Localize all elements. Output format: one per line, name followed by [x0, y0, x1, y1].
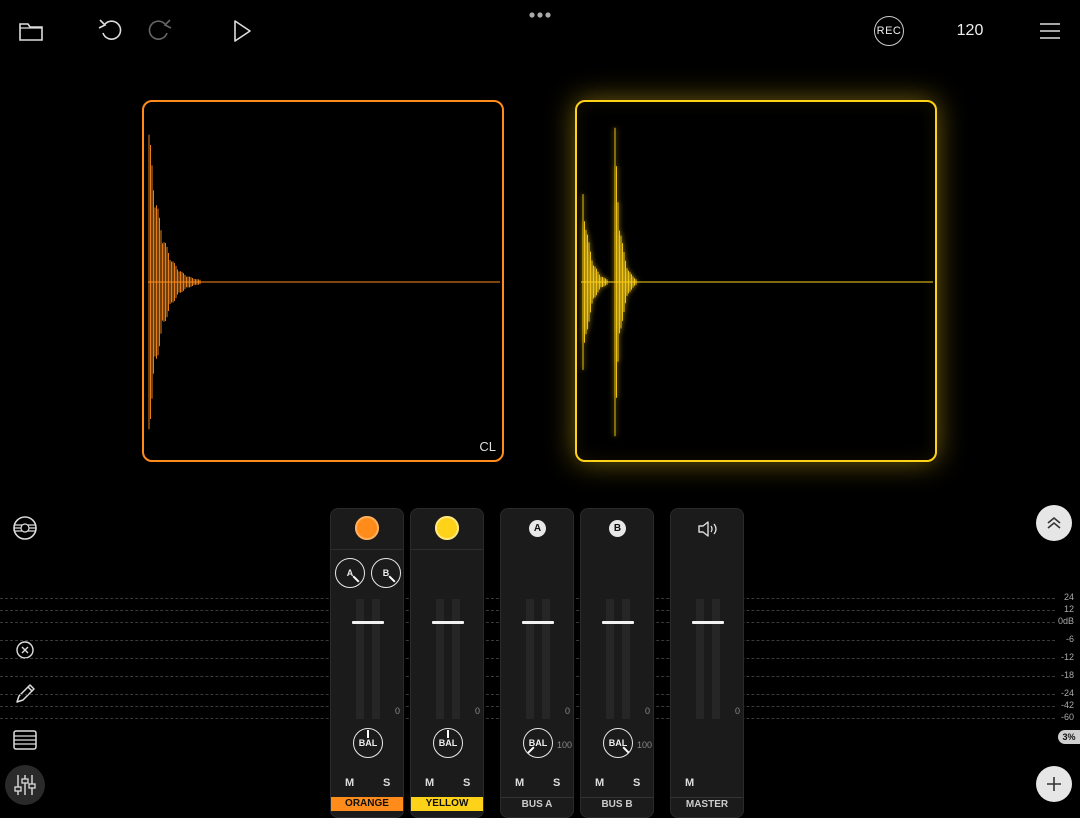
- add-button[interactable]: [1036, 766, 1072, 802]
- volume-fader[interactable]: [352, 621, 384, 624]
- db-scale-label: -6: [1065, 634, 1074, 644]
- mute-button[interactable]: M: [685, 777, 694, 789]
- level-meter-left: [606, 599, 614, 719]
- balance-knob[interactable]: BAL: [433, 728, 463, 758]
- solo-button[interactable]: S: [383, 777, 390, 789]
- level-meter-left: [526, 599, 534, 719]
- balance-value: 100: [637, 740, 653, 750]
- waveform-yellow: [581, 127, 933, 437]
- meter-zero-label: 0: [564, 706, 570, 716]
- more-handle-icon[interactable]: [528, 6, 552, 18]
- channel-name[interactable]: YELLOW: [411, 797, 483, 811]
- waveform-orange: [148, 134, 500, 430]
- db-scale-label: -24: [1060, 688, 1074, 698]
- level-meter-right: [372, 599, 380, 719]
- record-button[interactable]: REC: [874, 16, 904, 46]
- channel-strip-yellow[interactable]: 0 BAL M S YELLOW: [410, 508, 484, 818]
- color-dot-yellow[interactable]: [435, 516, 459, 540]
- volume-fader[interactable]: [692, 621, 724, 624]
- redo-icon[interactable]: [145, 16, 175, 46]
- pad-label: CL: [479, 439, 496, 454]
- mute-button[interactable]: M: [595, 777, 604, 789]
- db-scale-label: 12: [1063, 604, 1074, 614]
- db-scale-label: 24: [1063, 592, 1074, 602]
- pad-orange[interactable]: CL: [142, 100, 504, 462]
- menu-icon[interactable]: [1035, 16, 1065, 46]
- volume-fader[interactable]: [602, 621, 634, 624]
- mixer-sliders-icon: [14, 775, 36, 795]
- db-scale-label: -42: [1060, 700, 1074, 710]
- solo-button[interactable]: S: [463, 777, 470, 789]
- channel-strip-master[interactable]: 0 M MASTER: [670, 508, 744, 818]
- balance-knob[interactable]: BAL: [603, 728, 633, 758]
- mute-button[interactable]: M: [425, 777, 434, 789]
- level-meter-left: [436, 599, 444, 719]
- solo-button[interactable]: S: [553, 777, 560, 789]
- volume-fader[interactable]: [522, 621, 554, 624]
- balance-knob[interactable]: BAL: [523, 728, 553, 758]
- balance-value: 100: [557, 740, 573, 750]
- play-icon[interactable]: [227, 16, 257, 46]
- expand-up-button[interactable]: [1036, 505, 1072, 541]
- level-meter-right: [712, 599, 720, 719]
- bus-a-badge: A: [529, 520, 546, 537]
- meter-zero-label: 0: [644, 706, 650, 716]
- level-meter-right: [622, 599, 630, 719]
- mute-button[interactable]: M: [345, 777, 354, 789]
- list-icon[interactable]: [11, 726, 39, 754]
- undo-icon[interactable]: [95, 16, 125, 46]
- level-meter-right: [452, 599, 460, 719]
- balance-knob[interactable]: BAL: [353, 728, 383, 758]
- db-scale-label: -18: [1060, 670, 1074, 680]
- plus-icon: [1047, 777, 1061, 791]
- db-scale-label: 0dB: [1057, 616, 1074, 626]
- send-b-knob[interactable]: B: [371, 558, 401, 588]
- mixer-button[interactable]: [5, 765, 45, 805]
- tempo-value[interactable]: 120: [950, 22, 990, 40]
- db-scale-label: -60: [1060, 712, 1074, 722]
- solo-button[interactable]: S: [633, 777, 640, 789]
- folder-icon[interactable]: [16, 16, 46, 46]
- bus-b-badge: B: [609, 520, 626, 537]
- level-meter-left: [696, 599, 704, 719]
- level-meter-left: [356, 599, 364, 719]
- level-meter-right: [542, 599, 550, 719]
- channel-strip-bus-b[interactable]: B 0 BAL 100 M S BUS B: [580, 508, 654, 818]
- volume-fader[interactable]: [432, 621, 464, 624]
- speaker-icon: [695, 517, 721, 541]
- mute-button[interactable]: M: [515, 777, 524, 789]
- pad-yellow[interactable]: [575, 100, 937, 462]
- zoom-percent-badge[interactable]: 3%: [1058, 730, 1080, 744]
- db-scale-label: -12: [1060, 652, 1074, 662]
- double-chevron-up-icon: [1047, 516, 1061, 529]
- channel-name[interactable]: ORANGE: [331, 797, 403, 811]
- color-dot-orange[interactable]: [355, 516, 379, 540]
- channel-strip-bus-a[interactable]: A 0 BAL 100 M S BUS A: [500, 508, 574, 818]
- meter-zero-label: 0: [474, 706, 480, 716]
- meter-zero-label: 0: [394, 706, 400, 716]
- channel-strip-orange[interactable]: A B 0 BAL M S ORANGE: [330, 508, 404, 818]
- record-disc-icon[interactable]: [11, 514, 39, 542]
- meter-zero-label: 0: [734, 706, 740, 716]
- send-a-knob[interactable]: A: [335, 558, 365, 588]
